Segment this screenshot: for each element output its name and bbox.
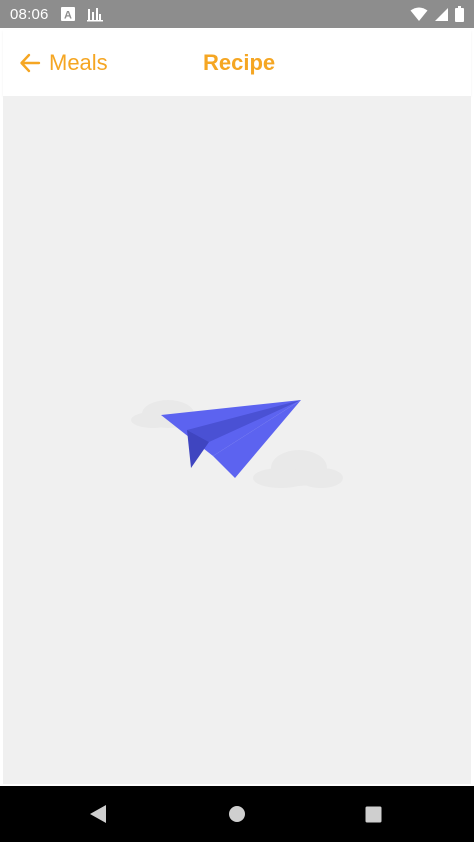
- status-time: 08:06: [10, 5, 49, 23]
- navigation-bar: [0, 786, 474, 842]
- status-system-icons: [410, 6, 464, 22]
- loading-animation: [123, 378, 353, 498]
- status-notification-icons: A: [60, 6, 103, 22]
- nav-recents-button[interactable]: [343, 786, 403, 842]
- content-area: [3, 96, 471, 784]
- page-title: Recipe: [203, 50, 276, 75]
- back-triangle-icon: [89, 804, 107, 824]
- nav-back-button[interactable]: [68, 786, 128, 842]
- wifi-icon: [410, 7, 428, 22]
- app-screen: 08:06 A Meals Recipe: [0, 0, 474, 842]
- cellular-signal-icon: [434, 7, 449, 22]
- app-header: Meals Recipe: [3, 30, 471, 96]
- home-circle-icon: [228, 805, 246, 823]
- battery-icon: [455, 6, 464, 22]
- svg-text:A: A: [64, 10, 72, 22]
- arrow-left-icon: [19, 52, 41, 74]
- cloud-icon: [253, 450, 343, 488]
- status-bar: 08:06 A: [0, 0, 474, 28]
- recents-square-icon: [365, 806, 382, 823]
- back-button[interactable]: Meals: [19, 30, 108, 96]
- back-label: Meals: [49, 50, 108, 75]
- nav-home-button[interactable]: [207, 786, 267, 842]
- a-badge-icon: A: [60, 7, 75, 22]
- bar-chart-icon: [86, 6, 103, 22]
